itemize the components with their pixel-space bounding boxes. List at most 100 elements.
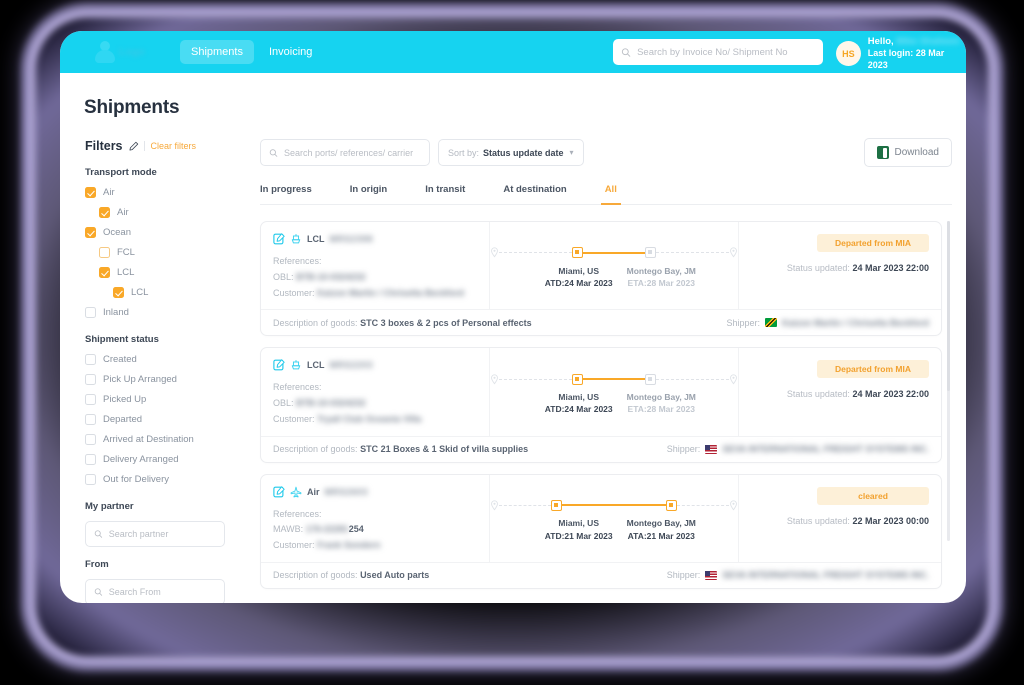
customer-label: Customer: xyxy=(273,540,315,550)
sort-dropdown[interactable]: Sort by: Status update date ▾ xyxy=(438,139,584,166)
edit-note-icon[interactable] xyxy=(273,359,285,371)
sort-value: Status update date xyxy=(483,147,564,158)
filter-option-picked-up[interactable]: Picked Up xyxy=(85,394,225,405)
filter-option-arrived-at-destination[interactable]: Arrived at Destination xyxy=(85,434,225,445)
option-label: Ocean xyxy=(103,227,131,238)
shipment-card[interactable]: LCL MRS2203 References: OBL: BTB-10-0324… xyxy=(260,347,942,463)
checkbox[interactable] xyxy=(85,394,96,405)
main-content: Sort by: Status update date ▾ Download I… xyxy=(260,138,952,603)
destination-node xyxy=(645,247,657,259)
origin-label: Miami, US ATD:21 Mar 2023 xyxy=(545,517,613,542)
origin-label: Miami, US ATD:24 Mar 2023 xyxy=(545,391,613,416)
brand-logo[interactable]: Logo xyxy=(60,41,180,63)
customer-value: Tryall Club Oceania Villa xyxy=(317,413,422,424)
filter-option-inland[interactable]: Inland xyxy=(85,307,225,318)
from-search-input[interactable] xyxy=(108,587,216,597)
card-status: Departed from MIA Status updated: 24 Mar… xyxy=(738,222,941,310)
shipper-name: SEVA INTERNATIONAL FREIGHT SYSTEMS INC. xyxy=(722,570,929,581)
shipment-card[interactable]: Air MRS2603 References: MAWB: 176-222812… xyxy=(260,473,942,589)
reference-row: OBL: BTB-10-0324232 xyxy=(273,396,477,412)
filter-option-delivery-arranged[interactable]: Delivery Arranged xyxy=(85,454,225,465)
origin-date: ATD:24 Mar 2023 xyxy=(544,278,613,289)
checkbox[interactable] xyxy=(99,267,110,278)
checkbox[interactable] xyxy=(85,434,96,445)
content-toolbar: Sort by: Status update date ▾ Download xyxy=(260,138,952,167)
destination-city: Montego Bay, JM xyxy=(626,392,696,403)
edit-pencil-icon[interactable] xyxy=(128,141,139,152)
section-title: Transport mode xyxy=(85,167,157,178)
card-top: LCL MRS2203 References: OBL: BTB-10-0324… xyxy=(261,348,941,436)
destination-pin-icon xyxy=(730,500,738,511)
checkbox[interactable] xyxy=(85,227,96,238)
origin-pin-icon xyxy=(491,500,499,511)
edit-note-icon[interactable] xyxy=(273,485,285,498)
filters-header: Filters Clear filters xyxy=(85,139,225,153)
filter-section-transport-mode: Transport mode Air Air Ocean FCL LCL LCL… xyxy=(85,167,225,318)
global-search[interactable] xyxy=(613,39,823,65)
shipment-card[interactable]: LCL MRS2398 References: OBL: BTB-10-0324… xyxy=(260,221,942,337)
download-label: Download xyxy=(894,147,939,158)
status-updated-row: Status updated: 22 Mar 2023 00:00 xyxy=(787,516,929,526)
clear-filters-button[interactable]: Clear filters xyxy=(143,141,196,151)
filter-option-pick-up-arranged[interactable]: Pick Up Arranged xyxy=(85,374,225,385)
filter-option-ocean[interactable]: Ocean xyxy=(85,227,225,238)
filter-option-created[interactable]: Created xyxy=(85,354,225,365)
transport-mode-label: LCL xyxy=(307,360,325,371)
filter-option-out-for-delivery[interactable]: Out for Delivery xyxy=(85,474,225,485)
tab-in-origin[interactable]: In origin xyxy=(350,184,387,204)
download-button[interactable]: Download xyxy=(863,138,952,167)
filter-option-air[interactable]: Air xyxy=(85,187,225,198)
filters-title: Filters xyxy=(85,139,123,153)
filter-option-lcl[interactable]: LCL xyxy=(85,267,225,278)
route: Miami, US ATD:24 Mar 2023 Montego Bay, J… xyxy=(490,246,738,290)
checkbox[interactable] xyxy=(99,207,110,218)
route-labels: Miami, US ATD:24 Mar 2023 Montego Bay, J… xyxy=(490,265,738,290)
partner-search-field[interactable] xyxy=(85,521,225,547)
tab-at-destination[interactable]: At destination xyxy=(503,184,566,204)
origin-city: Miami, US xyxy=(558,265,599,276)
edit-note-icon[interactable] xyxy=(273,233,285,245)
tab-all[interactable]: All xyxy=(600,184,622,205)
checkbox[interactable] xyxy=(85,454,96,465)
destination-city: Montego Bay, JM xyxy=(626,265,696,276)
leg-active xyxy=(583,251,646,254)
leg-pre-dashed xyxy=(499,378,573,380)
tab-in-transit[interactable]: In transit xyxy=(425,184,465,204)
user-menu[interactable]: HS Hello, Mike Shaheen Last login: 28 Ma… xyxy=(836,36,966,72)
description-value: STC 3 boxes & 2 pcs of Personal effects xyxy=(360,317,532,328)
route-line xyxy=(490,372,738,386)
card-top: LCL MRS2398 References: OBL: BTB-10-0324… xyxy=(261,222,941,310)
global-search-input[interactable] xyxy=(637,46,815,58)
checkbox[interactable] xyxy=(85,187,96,198)
nav-tab-invoicing[interactable]: Invoicing xyxy=(258,40,323,64)
checkbox[interactable] xyxy=(85,474,96,485)
filter-option-air-sub[interactable]: Air xyxy=(85,207,225,218)
leg-pre-dashed xyxy=(499,504,552,506)
checkbox[interactable] xyxy=(85,414,96,425)
destination-label: Montego Bay, JM ETA:28 Mar 2023 xyxy=(627,265,696,290)
description-row: Description of goods: STC 3 boxes & 2 pc… xyxy=(273,318,532,328)
ports-search-input[interactable] xyxy=(284,147,421,158)
reference-value: BTB-10-0324232 xyxy=(296,398,366,408)
checkbox[interactable] xyxy=(85,354,96,365)
checkbox[interactable] xyxy=(85,374,96,385)
tab-in-progress[interactable]: In progress xyxy=(260,184,312,204)
checkbox[interactable] xyxy=(99,247,110,258)
filter-option-departed[interactable]: Departed xyxy=(85,414,225,425)
plane-icon xyxy=(290,486,302,497)
section-title: Shipment status xyxy=(85,334,159,345)
customer-row: Customer: Kaizon Martin / Chrisetta Beck… xyxy=(273,286,477,302)
checkbox[interactable] xyxy=(113,287,124,298)
list-scrollbar[interactable] xyxy=(947,221,950,541)
status-updated-label: Status updated: xyxy=(786,389,850,400)
reference-suffix: 254 xyxy=(348,524,364,535)
checkbox[interactable] xyxy=(85,307,96,318)
status-updated-label: Status updated: xyxy=(786,515,850,526)
partner-search-input[interactable] xyxy=(108,529,216,539)
from-search-field[interactable] xyxy=(85,579,225,603)
filter-option-lcl-sub[interactable]: LCL xyxy=(85,287,225,298)
status-updated-value: 24 Mar 2023 22:00 xyxy=(852,389,929,400)
filter-option-fcl[interactable]: FCL xyxy=(85,247,225,258)
nav-tab-shipments[interactable]: Shipments xyxy=(180,40,254,64)
ports-search-field[interactable] xyxy=(260,139,430,166)
